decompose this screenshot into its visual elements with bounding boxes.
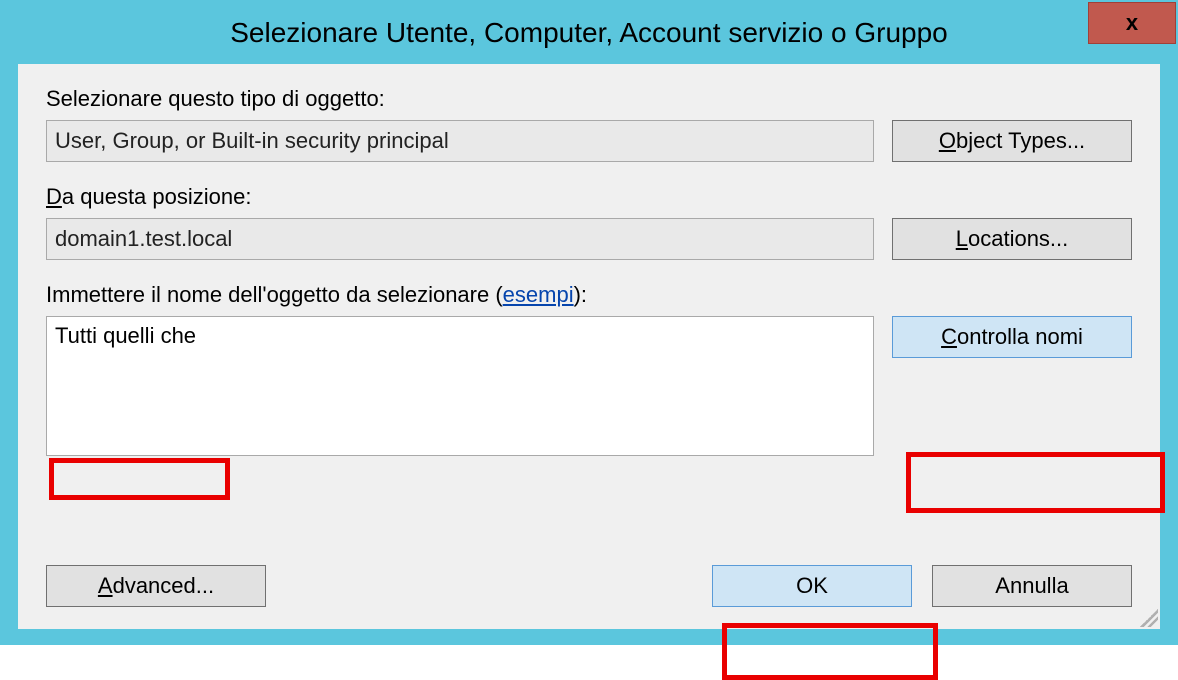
advanced-text: dvanced... <box>113 573 215 598</box>
object-name-row: Controlla nomi <box>46 316 1132 461</box>
titlebar: Selezionare Utente, Computer, Account se… <box>2 2 1176 64</box>
location-label: Da questa posizione: <box>46 184 1132 210</box>
advanced-mnemonic: A <box>98 573 113 598</box>
close-button[interactable]: x <box>1088 2 1176 44</box>
ok-text: OK <box>796 573 828 599</box>
object-types-mnemonic: O <box>939 128 956 153</box>
bottom-button-row: Advanced... OK Annulla <box>46 565 1132 607</box>
cancel-button[interactable]: Annulla <box>932 565 1132 607</box>
object-name-input[interactable] <box>46 316 874 456</box>
object-types-text: bject Types... <box>956 128 1085 153</box>
location-field <box>46 218 874 260</box>
object-type-label: Selezionare questo tipo di oggetto: <box>46 86 1132 112</box>
highlight-ok <box>722 623 938 680</box>
object-type-row: Object Types... <box>46 120 1132 162</box>
object-type-field-wrap <box>46 120 874 162</box>
object-name-label: Immettere il nome dell'oggetto da selezi… <box>46 282 1132 308</box>
locations-mnemonic: L <box>956 226 968 251</box>
location-label-text: a questa posizione: <box>62 184 252 209</box>
check-names-text: ontrolla nomi <box>957 324 1083 349</box>
location-field-wrap <box>46 218 874 260</box>
locations-button[interactable]: Locations... <box>892 218 1132 260</box>
dialog-window: Selezionare Utente, Computer, Account se… <box>0 0 1178 645</box>
resize-grip-icon[interactable] <box>1140 609 1158 627</box>
object-type-field <box>46 120 874 162</box>
advanced-button[interactable]: Advanced... <box>46 565 266 607</box>
location-row: Locations... <box>46 218 1132 260</box>
locations-text: ocations... <box>968 226 1068 251</box>
location-label-mnemonic: D <box>46 184 62 209</box>
object-type-group: Selezionare questo tipo di oggetto: <box>46 86 1132 112</box>
close-icon: x <box>1126 10 1138 36</box>
examples-link[interactable]: esempi <box>503 282 574 307</box>
object-types-button[interactable]: Object Types... <box>892 120 1132 162</box>
ok-button[interactable]: OK <box>712 565 912 607</box>
dialog-title: Selezionare Utente, Computer, Account se… <box>230 17 948 49</box>
check-names-mnemonic: C <box>941 324 957 349</box>
object-name-group: Immettere il nome dell'oggetto da selezi… <box>46 282 1132 308</box>
object-name-label-pre: Immettere il nome dell'oggetto da selezi… <box>46 282 503 307</box>
check-names-button[interactable]: Controlla nomi <box>892 316 1132 358</box>
dialog-content: Selezionare questo tipo di oggetto: Obje… <box>18 64 1160 629</box>
location-group: Da questa posizione: <box>46 184 1132 210</box>
cancel-text: Annulla <box>995 573 1068 599</box>
object-name-label-post: ): <box>574 282 587 307</box>
object-name-field-wrap <box>46 316 874 461</box>
